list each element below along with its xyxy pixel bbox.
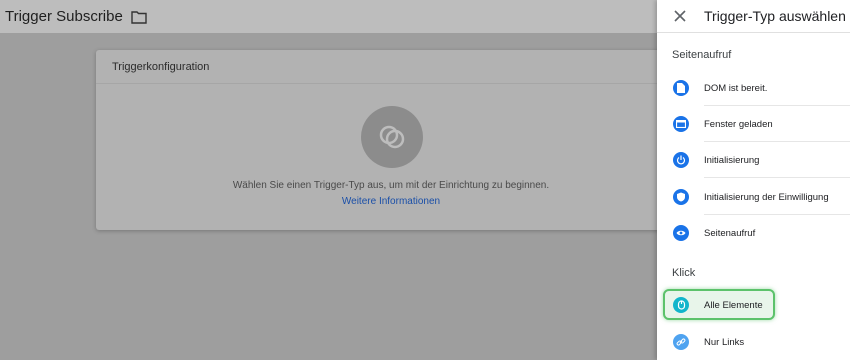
trigger-item-dom-ready[interactable]: DOM ist bereit. <box>657 70 850 106</box>
card-message: Wählen Sie einen Trigger-Typ aus, um mit… <box>232 180 550 191</box>
trigger-item-consent-initialization[interactable]: Initialisierung der Einwilligung <box>657 179 850 215</box>
link-icon <box>673 334 689 350</box>
page-title: Trigger Subscribe <box>5 8 123 25</box>
shield-icon <box>673 189 689 205</box>
item-label: Fenster geladen <box>704 118 773 130</box>
card-body: Wählen Sie einen Trigger-Typ aus, um mit… <box>96 84 676 230</box>
close-icon[interactable] <box>673 9 687 23</box>
item-label: Initialisierung der Einwilligung <box>704 191 829 203</box>
document-icon <box>673 80 689 96</box>
page-header: Trigger Subscribe <box>0 0 657 33</box>
section-label-seitenaufruf: Seitenaufruf <box>672 49 732 61</box>
power-icon <box>673 152 689 168</box>
item-label: Initialisierung <box>704 154 760 166</box>
window-icon <box>673 116 689 132</box>
card-header: Triggerkonfiguration <box>96 50 676 84</box>
trigger-item-page-view[interactable]: Seitenaufruf <box>657 215 850 251</box>
item-label: Alle Elemente <box>704 299 763 311</box>
trigger-config-card[interactable]: Triggerkonfiguration Wählen Sie einen Tr… <box>96 50 676 230</box>
panel-header: Trigger-Typ auswählen <box>657 0 850 33</box>
learn-more-link[interactable]: Weitere Informationen <box>96 196 676 207</box>
item-label: DOM ist bereit. <box>704 82 768 94</box>
trigger-item-all-elements[interactable]: Alle Elemente <box>657 287 850 323</box>
item-label: Nur Links <box>704 336 745 348</box>
trigger-item-initialization[interactable]: Initialisierung <box>657 142 850 178</box>
panel-title: Trigger-Typ auswählen <box>704 8 846 24</box>
folder-icon[interactable] <box>131 10 147 24</box>
pointer-icon <box>673 297 689 313</box>
section-label-klick: Klick <box>672 267 696 279</box>
eye-icon <box>673 225 689 241</box>
trigger-item-window-loaded[interactable]: Fenster geladen <box>657 106 850 142</box>
trigger-item-links-only[interactable]: Nur Links <box>657 324 850 360</box>
trigger-placeholder-icon[interactable] <box>361 106 423 168</box>
item-label: Seitenaufruf <box>704 227 756 239</box>
